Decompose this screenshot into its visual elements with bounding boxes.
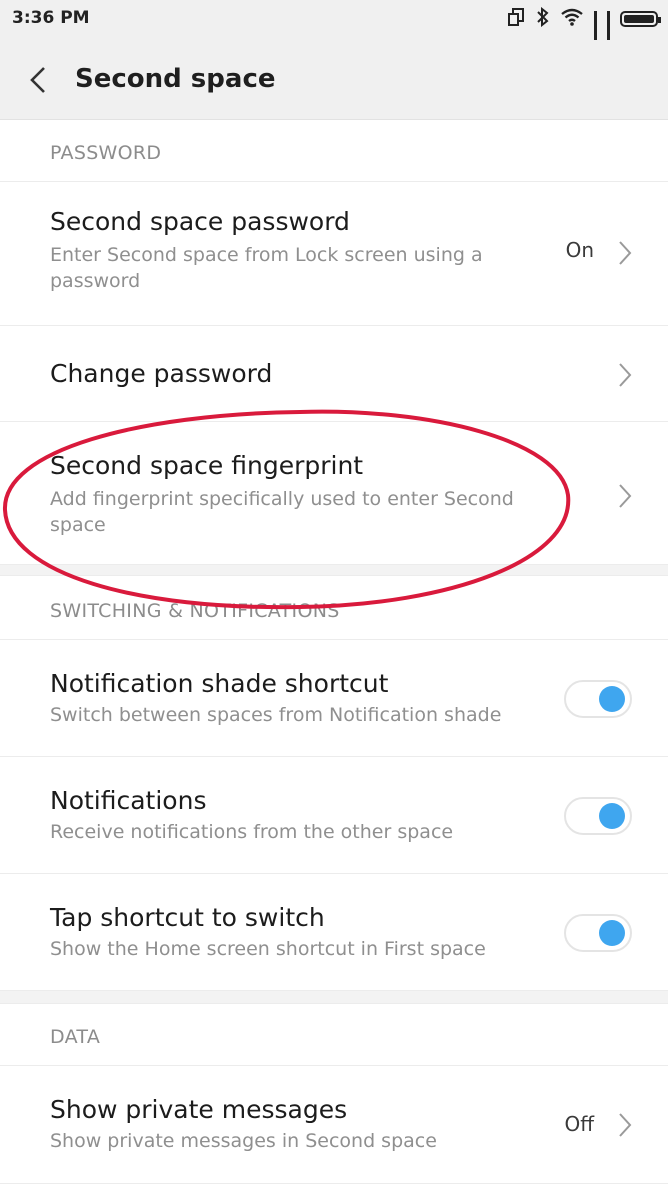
- toggle-knob: [599, 686, 625, 712]
- second-space-fingerprint-row[interactable]: Second space fingerprint Add fingerprint…: [0, 422, 668, 565]
- section-header-data: DATA: [0, 1004, 668, 1066]
- section-header-switching: SWITCHING & NOTIFICATIONS: [0, 576, 668, 640]
- toggle-knob: [599, 920, 625, 946]
- chevron-left-icon: [30, 67, 45, 93]
- rotate-icon: [508, 8, 526, 30]
- signal-icon: [607, 11, 610, 61]
- app-bar: Second space: [0, 40, 668, 120]
- row-subtitle: Show private messages in Second space: [50, 1130, 437, 1152]
- settings-list: PASSWORD Second space password Enter Sec…: [0, 120, 668, 1184]
- second-space-password-row[interactable]: Second space password Enter Second space…: [0, 182, 668, 326]
- bluetooth-icon: [536, 6, 550, 31]
- row-subtitle: Enter Second space from Lock screen usin…: [50, 244, 483, 292]
- section-divider: [0, 565, 668, 576]
- row-subtitle: Switch between spaces from Notification …: [50, 704, 502, 726]
- section-divider: [0, 991, 668, 1004]
- row-title: Second space password: [50, 207, 350, 236]
- wifi-icon: [560, 8, 584, 30]
- status-time: 3:36 PM: [12, 8, 90, 28]
- notification-shade-shortcut-row[interactable]: Notification shade shortcut Switch betwe…: [0, 640, 668, 757]
- notifications-toggle[interactable]: [564, 797, 632, 835]
- notification-shade-shortcut-toggle[interactable]: [564, 680, 632, 718]
- status-bar: 3:36 PM: [0, 0, 668, 61]
- row-title: Change password: [50, 359, 273, 388]
- page-title: Second space: [75, 64, 276, 94]
- row-title: Notifications: [50, 786, 207, 815]
- toggle-knob: [599, 803, 625, 829]
- row-title: Tap shortcut to switch: [50, 903, 325, 932]
- battery-icon: [620, 11, 661, 27]
- status-icons: [508, 6, 661, 61]
- show-private-messages-row[interactable]: Show private messages Show private messa…: [0, 1066, 668, 1184]
- signal-icon: [594, 11, 597, 61]
- section-header-password: PASSWORD: [0, 120, 668, 182]
- row-subtitle: Show the Home screen shortcut in First s…: [50, 938, 486, 960]
- row-subtitle: Add fingerprint specifically used to ent…: [50, 488, 514, 536]
- row-value: On: [565, 238, 594, 262]
- change-password-row[interactable]: Change password: [0, 326, 668, 422]
- row-title: Notification shade shortcut: [50, 669, 389, 698]
- chevron-right-icon: [619, 241, 632, 265]
- row-title: Second space fingerprint: [50, 451, 364, 480]
- row-subtitle: Receive notifications from the other spa…: [50, 821, 454, 843]
- back-button[interactable]: [22, 60, 58, 100]
- notifications-row[interactable]: Notifications Receive notifications from…: [0, 757, 668, 874]
- chevron-right-icon: [619, 1113, 632, 1137]
- row-title: Show private messages: [50, 1095, 348, 1124]
- chevron-right-icon: [619, 484, 632, 508]
- tap-shortcut-to-switch-row[interactable]: Tap shortcut to switch Show the Home scr…: [0, 874, 668, 991]
- row-value: Off: [564, 1112, 594, 1136]
- chevron-right-icon: [619, 363, 632, 387]
- tap-shortcut-to-switch-toggle[interactable]: [564, 914, 632, 952]
